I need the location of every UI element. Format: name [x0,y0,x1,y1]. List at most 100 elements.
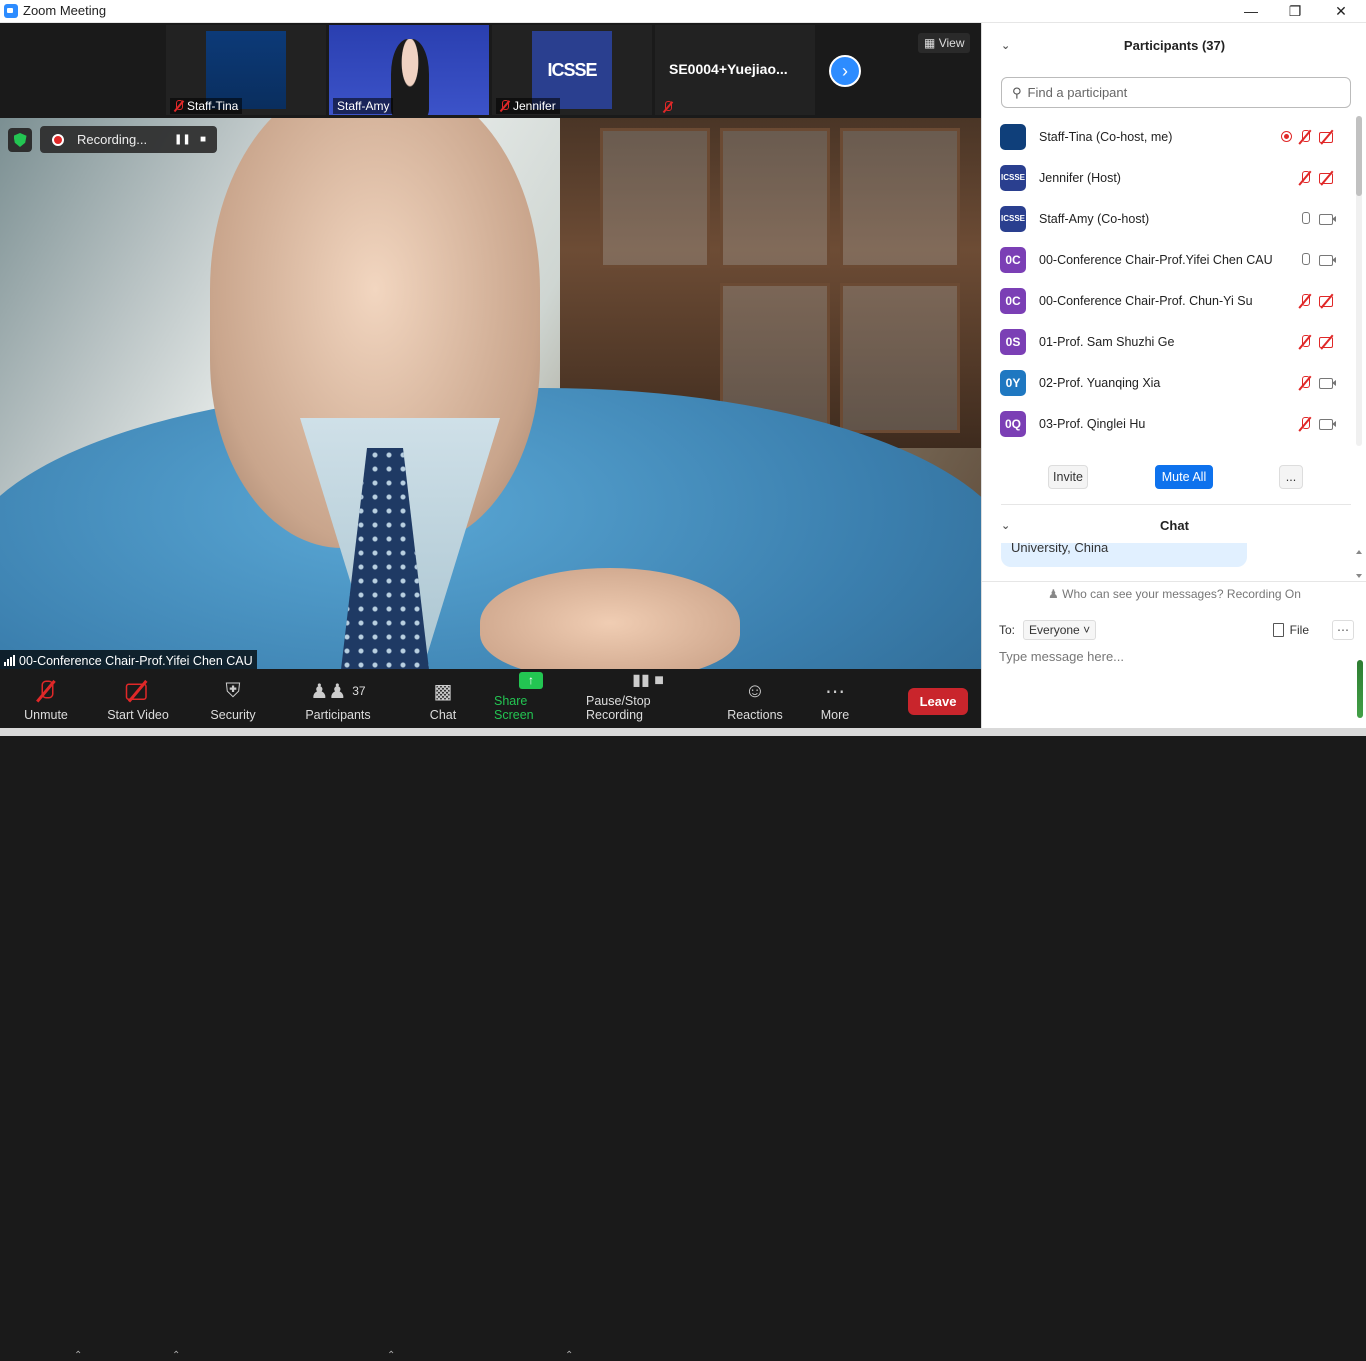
stop-recording-icon[interactable]: ■ [200,134,206,145]
video-options-caret[interactable]: ⌃ [172,1350,180,1361]
audio-options-caret[interactable]: ⌃ [74,1350,82,1361]
thumb-name: Staff-Amy [337,99,390,113]
glass-pane [840,128,960,268]
share-screen-label: Share Screen [494,694,534,722]
collapse-chevron-icon[interactable]: ⌄ [1001,39,1010,52]
mic-off-icon [1298,334,1312,349]
chat-scrollbar[interactable] [1356,550,1362,578]
participant-name: Staff-Tina (Co-host, me) [1039,129,1173,144]
chat-divider [982,581,1366,582]
participant-row[interactable]: 0S 01-Prof. Sam Shuzhi Ge [982,321,1352,362]
participant-status-icons [1298,170,1337,185]
chevron-right-icon: › [842,60,848,81]
participant-avatar: 0C [1000,246,1026,273]
collapse-chevron-icon[interactable]: ⌄ [1001,519,1010,532]
speaker-hand [480,568,740,669]
recipient-select[interactable]: Everyone ˅ [1023,620,1097,640]
camera-icon [1318,212,1337,226]
thumb-jennifer[interactable]: ICSSE Jennifer [492,25,652,115]
unmute-label: Unmute [24,708,68,722]
visibility-text: Who can see your messages? Recording On [1062,587,1301,601]
recipient-value: Everyone [1029,623,1080,637]
mic-off-icon [500,100,509,112]
thumb-se0004[interactable]: SE0004+Yuejiao... [655,25,815,115]
title-bar: Zoom Meeting — ❐ ✕ [0,0,1366,23]
close-button[interactable]: ✕ [1318,0,1364,22]
security-label: Security [210,708,256,722]
file-button[interactable]: File [1272,623,1309,637]
recording-indicator: Recording... ❚❚ ■ [40,126,217,153]
video-area: Staff-Tina Staff-Amy ICSSE Jennifer SE00… [0,23,981,669]
person-figure [391,39,429,115]
leave-button[interactable]: Leave [908,688,968,715]
participant-row[interactable]: ICSSE Staff-Amy (Co-host) [982,198,1352,239]
thumb-staff-amy[interactable]: Staff-Amy [329,25,489,115]
chat-button[interactable]: ▩ Chat [422,669,464,728]
participants-title: Participants (37) [1123,38,1226,53]
participant-name: Staff-Amy (Co-host) [1039,211,1150,226]
next-page-button[interactable]: › [829,55,861,87]
encryption-shield-icon[interactable] [8,128,32,152]
scroll-up-arrow-icon [1356,550,1362,554]
chat-message-input[interactable] [999,649,1339,719]
participant-row[interactable]: 0Y 02-Prof. Yuanqing Xia [982,362,1352,403]
participants-more-button[interactable]: ... [1279,465,1303,489]
participant-row[interactable]: 0C 00-Conference Chair-Prof.Yifei Chen CA… [982,239,1352,280]
participant-search[interactable]: ⚲ [1001,77,1351,108]
thumb-label: Staff-Tina [170,98,243,114]
more-button[interactable]: ⋯ More [816,669,854,728]
participant-search-input[interactable] [1027,85,1338,100]
participant-row[interactable]: Staff-Tina (Co-host, me) [982,116,1352,157]
chat-input-scrollbar[interactable] [1357,660,1363,718]
record-icon [52,133,64,146]
view-label: View [938,36,965,50]
participant-name: 01-Prof. Sam Shuzhi Ge [1039,334,1175,349]
participants-options-caret[interactable]: ⌃ [387,1350,395,1361]
mute-all-button[interactable]: Mute All [1155,465,1213,489]
participant-row[interactable]: ICSSE Jennifer (Host) [982,157,1352,198]
view-button[interactable]: ▦ View [918,33,971,53]
mic-off-icon [174,100,183,112]
participants-button[interactable]: ♟♟ 37 Participants [304,669,372,728]
participant-name: 00-Conference Chair-Prof.Yifei Chen CAU [1039,252,1273,267]
participant-list-scrollbar[interactable] [1356,116,1362,446]
side-panel: ⌄ Participants (37) ⚲ Staff-Tina (Co-hos… [981,23,1366,728]
pause-stop-recording-button[interactable]: ▮▮ ■ Pause/Stop Recording [586,669,710,728]
start-video-button[interactable]: Start Video [106,669,170,728]
camera-icon [1318,417,1337,431]
chat-message-bubble: University, China [1001,543,1247,567]
participant-name: 03-Prof. Qinglei Hu [1039,416,1146,431]
unmute-button[interactable]: Unmute [22,669,70,728]
thumb-staff-tina[interactable]: Staff-Tina [166,25,326,115]
participant-name: 02-Prof. Yuanqing Xia [1039,375,1161,390]
participant-list: Staff-Tina (Co-host, me) ICSSE Jennifer (H… [982,116,1352,448]
recording-label: Recording... [77,132,148,147]
invite-button[interactable]: Invite [1048,465,1088,489]
share-screen-button[interactable]: ↑ Share Screen [494,669,568,728]
participant-status-icons [1298,293,1337,308]
restore-button[interactable]: ❐ [1272,0,1318,22]
mic-off-icon [1298,129,1312,144]
chat-recipient-row: To: Everyone ˅ File ⋯ [999,619,1354,641]
security-button[interactable]: ⛨ Security [206,669,260,728]
camera-off-icon [1318,130,1337,144]
signal-strength-icon [4,655,15,666]
reactions-button[interactable]: ☺ Reactions [726,669,784,728]
chat-more-button[interactable]: ⋯ [1332,620,1354,640]
participant-row[interactable]: 0C 00-Conference Chair-Prof. Chun-Yi Su [982,280,1352,321]
recording-button-label: Pause/Stop Recording [586,694,651,722]
window-title: Zoom Meeting [23,3,107,18]
mic-off-icon [1298,170,1312,185]
glass-pane [840,283,960,433]
camera-off-icon [1318,171,1337,185]
more-label: More [820,708,850,722]
participants-count: 37 [352,684,366,698]
thumb-label: Staff-Amy [333,98,394,114]
recording-icon [1281,131,1292,142]
minimize-button[interactable]: — [1228,0,1274,22]
share-options-caret[interactable]: ⌃ [565,1350,573,1361]
thumb-label [659,100,676,114]
pause-recording-icon[interactable]: ❚❚ [174,134,191,145]
chat-visibility-note[interactable]: ♟ Who can see your messages? Recording O… [982,587,1366,601]
participant-row[interactable]: 0Q 03-Prof. Qinglei Hu [982,403,1352,444]
